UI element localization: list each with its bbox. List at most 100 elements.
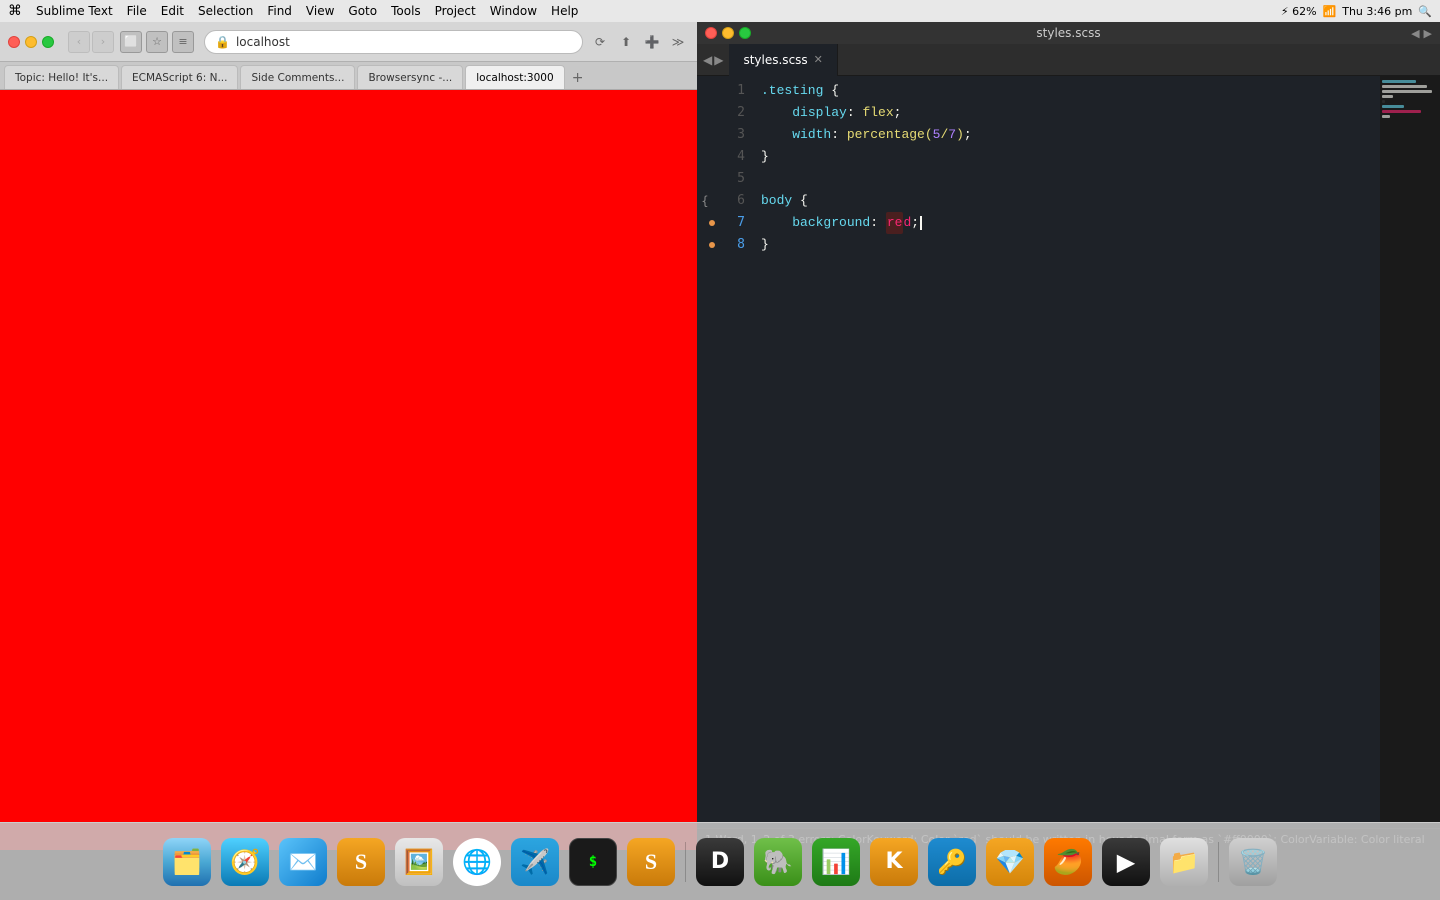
- dock-mail-icon: ✉️: [279, 838, 327, 886]
- dock-1password[interactable]: 🔑: [926, 836, 978, 888]
- dock-preview-icon: 🖼️: [395, 838, 443, 886]
- dock-apps[interactable]: 📁: [1158, 836, 1210, 888]
- browser-share-button[interactable]: ⬆: [615, 31, 637, 53]
- browser-tab-4[interactable]: localhost:3000: [465, 65, 564, 89]
- dock-chrome-icon: 🌐: [453, 838, 501, 886]
- code-line-4: }: [761, 146, 1380, 168]
- menu-find[interactable]: Find: [267, 4, 292, 18]
- dock-numbers-icon: 📊: [812, 838, 860, 886]
- browser-fullscreen-button[interactable]: [42, 36, 54, 48]
- dock-terminal[interactable]: $: [567, 836, 619, 888]
- browser-window-button[interactable]: ⬜: [120, 31, 142, 53]
- dock-safari[interactable]: 🧭: [219, 836, 271, 888]
- editor-minimize-button[interactable]: [722, 27, 734, 39]
- browser-tab-0[interactable]: Topic: Hello! It's...: [4, 65, 119, 89]
- browser-close-button[interactable]: [8, 36, 20, 48]
- browser-tab-1[interactable]: ECMAScript 6: N...: [121, 65, 238, 89]
- browser-menu-button[interactable]: ≫: [667, 31, 689, 53]
- dock-telegram[interactable]: ✈️: [509, 836, 561, 888]
- editor-body[interactable]: { 1 2 3 4 5 6 7 8 .testing {: [697, 76, 1440, 828]
- fold-indicator: {: [697, 76, 713, 828]
- editor-tab-prev[interactable]: ◀: [703, 53, 712, 67]
- menu-goto[interactable]: Goto: [348, 4, 377, 18]
- dock-sketch-icon: 💎: [986, 838, 1034, 886]
- editor-tab-close[interactable]: ✕: [814, 53, 823, 66]
- editor-nav-right[interactable]: ▶: [1424, 27, 1432, 40]
- dock-mail[interactable]: ✉️: [277, 836, 329, 888]
- dock-mango[interactable]: 🥭: [1042, 836, 1094, 888]
- dock-quicktime-icon: ▶: [1102, 838, 1150, 886]
- dock-sublime2[interactable]: S: [625, 836, 677, 888]
- address-bar[interactable]: 🔒 localhost: [204, 30, 583, 54]
- browser-bookmark-button[interactable]: ☆: [146, 31, 168, 53]
- browser-layers-button[interactable]: ≡: [172, 31, 194, 53]
- dock-mango-icon: 🥭: [1044, 838, 1092, 886]
- browser-new-tab-button[interactable]: +: [567, 67, 589, 89]
- editor-nav-buttons: ◀ ▶: [1411, 27, 1432, 40]
- dock: 🗂️ 🧭 ✉️ S 🖼️ 🌐 ✈️ $ S D 🐘 📊 K 🔑 💎 🥭: [0, 822, 1440, 900]
- menubar: ⌘ Sublime Text File Edit Selection Find …: [0, 0, 1440, 22]
- menu-window[interactable]: Window: [490, 4, 537, 18]
- editor-fullscreen-button[interactable]: [739, 27, 751, 39]
- dock-dash-icon: D: [696, 838, 744, 886]
- code-line-3: width: percentage(5/7);: [761, 124, 1380, 146]
- dock-terminal-icon: $: [569, 838, 617, 886]
- url-text[interactable]: localhost: [236, 35, 290, 49]
- editor-tab-next[interactable]: ▶: [714, 53, 723, 67]
- browser-minimize-button[interactable]: [25, 36, 37, 48]
- dock-numbers[interactable]: 📊: [810, 836, 862, 888]
- dock-separator-2: [1218, 842, 1219, 882]
- editor-traffic-lights: [705, 27, 751, 39]
- apple-menu[interactable]: ⌘: [8, 3, 22, 19]
- line-num-2: 2: [713, 102, 745, 124]
- editor-tab-nav: ◀ ▶: [697, 53, 729, 67]
- menu-help[interactable]: Help: [551, 4, 578, 18]
- browser-tab-2[interactable]: Side Comments...: [240, 65, 355, 89]
- minimap-line-6: [1382, 105, 1404, 108]
- minimap-line-8: [1382, 115, 1390, 118]
- browser-content: [0, 90, 697, 850]
- dock-quicktime[interactable]: ▶: [1100, 836, 1152, 888]
- menu-selection[interactable]: Selection: [198, 4, 253, 18]
- dock-finder[interactable]: 🗂️: [161, 836, 213, 888]
- app-name[interactable]: Sublime Text: [36, 4, 113, 18]
- code-area[interactable]: .testing { display: flex; width: percent…: [753, 76, 1380, 828]
- menu-tools[interactable]: Tools: [391, 4, 421, 18]
- editor-nav-left[interactable]: ◀: [1411, 27, 1419, 40]
- editor-close-button[interactable]: [705, 27, 717, 39]
- menu-project[interactable]: Project: [435, 4, 476, 18]
- dock-sublime[interactable]: S: [335, 836, 387, 888]
- line-num-7: 7: [713, 212, 745, 234]
- dock-keka[interactable]: K: [868, 836, 920, 888]
- browser-tab-3[interactable]: Browsersync -...: [357, 65, 463, 89]
- menubar-right: ⚡ 62% 📶 Thu 3:46 pm 🔍: [1281, 0, 1432, 22]
- browser-forward-button[interactable]: ›: [92, 31, 114, 53]
- dock-chrome[interactable]: 🌐: [451, 836, 503, 888]
- search-icon[interactable]: 🔍: [1418, 5, 1432, 18]
- dock-trash-icon: 🗑️: [1229, 838, 1277, 886]
- line-number-gutter: 1 2 3 4 5 6 7 8: [713, 76, 753, 828]
- minimap-line-2: [1382, 85, 1427, 88]
- menu-view[interactable]: View: [306, 4, 334, 18]
- browser-add-button[interactable]: ➕: [641, 31, 663, 53]
- dock-trash[interactable]: 🗑️: [1227, 836, 1279, 888]
- menu-edit[interactable]: Edit: [161, 4, 184, 18]
- wifi-icon: 📶: [1323, 5, 1337, 18]
- browser-refresh-button[interactable]: ⟳: [589, 31, 611, 53]
- line-num-5: 5: [713, 168, 745, 190]
- browser-chrome: ‹ › ⬜ ☆ ≡ 🔒 localhost ⟳ ⬆ ➕ ≫: [0, 22, 697, 62]
- dock-keka-icon: K: [870, 838, 918, 886]
- dock-dash[interactable]: D: [694, 836, 746, 888]
- editor-titlebar: styles.scss ◀ ▶: [697, 22, 1440, 44]
- dock-sketch[interactable]: 💎: [984, 836, 1036, 888]
- browser-back-button[interactable]: ‹: [68, 31, 90, 53]
- editor-tab-styles[interactable]: styles.scss ✕: [729, 44, 837, 76]
- keyword-d: d: [903, 212, 911, 234]
- code-line-6: body {: [761, 190, 1380, 212]
- menu-file[interactable]: File: [127, 4, 147, 18]
- line-num-3: 3: [713, 124, 745, 146]
- dock-sublime2-icon: S: [627, 838, 675, 886]
- minimap-line-4: [1382, 95, 1393, 98]
- dock-preview[interactable]: 🖼️: [393, 836, 445, 888]
- dock-evernote[interactable]: 🐘: [752, 836, 804, 888]
